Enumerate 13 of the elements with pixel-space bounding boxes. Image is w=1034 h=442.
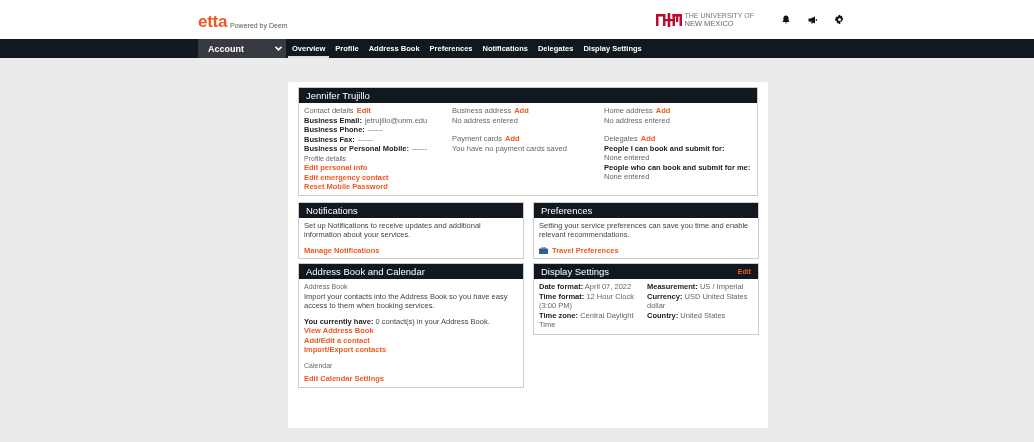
settings-icon[interactable]	[835, 15, 844, 24]
bell-icon[interactable]	[782, 15, 790, 24]
monogram-icon	[655, 12, 682, 27]
suitcase-icon	[539, 246, 548, 254]
card-title: Display Settings	[541, 266, 610, 277]
card-title: Notifications	[306, 204, 358, 216]
megaphone-icon[interactable]	[808, 15, 817, 24]
card-title: Address Book and Calendar	[306, 266, 425, 277]
card-title: Preferences	[541, 204, 593, 216]
card-title: Jennifer Trujillo	[306, 90, 370, 101]
chevron-down-icon	[275, 46, 282, 51]
brand-logo[interactable]: etta	[198, 13, 228, 30]
account-dropdown[interactable]: Account	[198, 39, 286, 58]
